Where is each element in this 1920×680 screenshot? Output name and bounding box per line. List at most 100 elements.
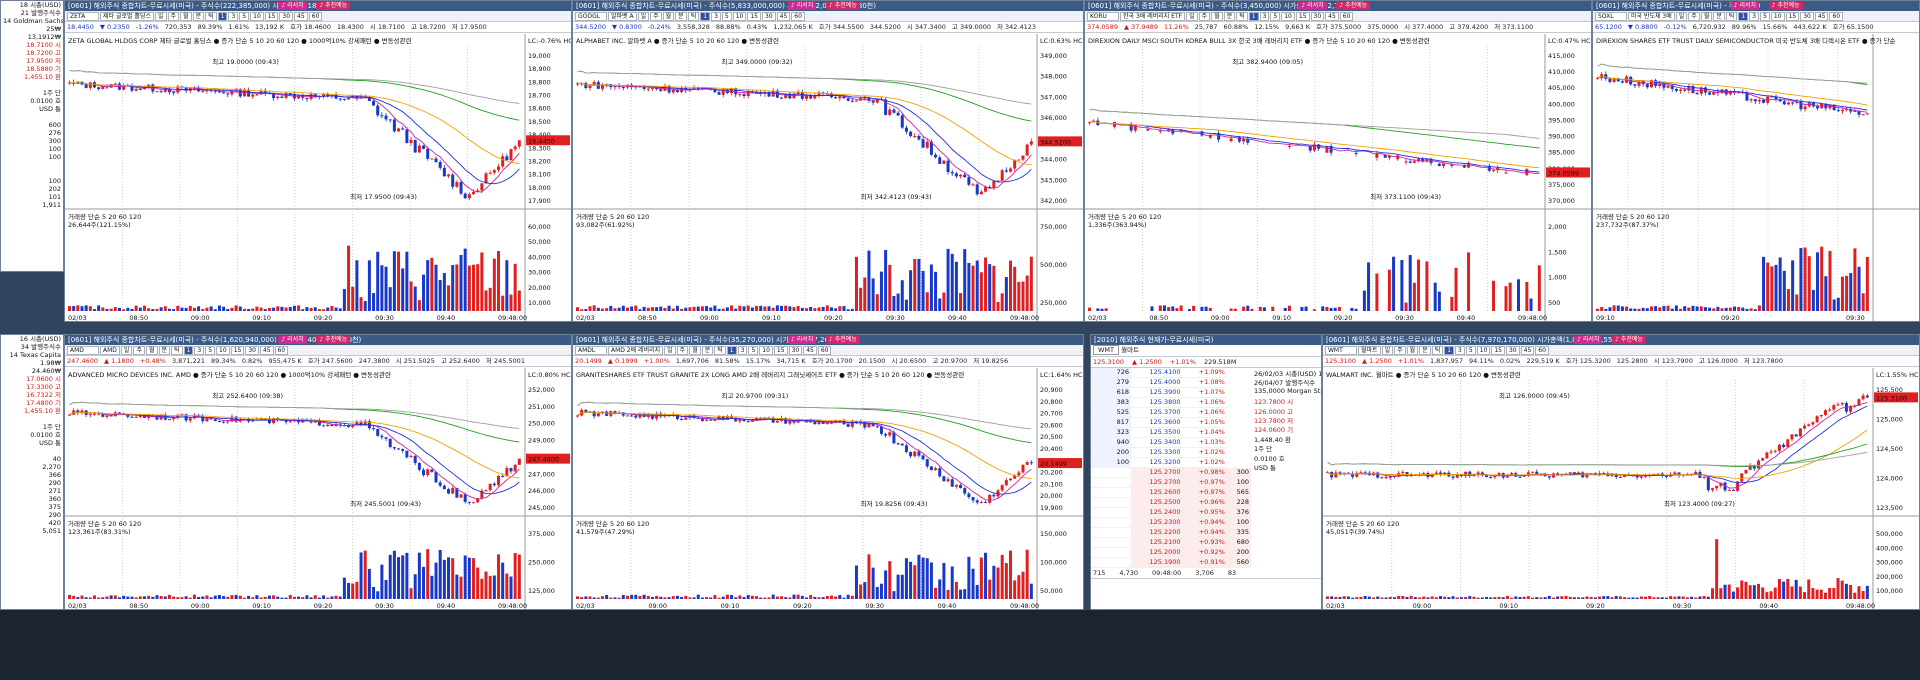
alert-button[interactable]: ♪ 리서치	[788, 336, 817, 344]
period-button[interactable]: 분	[1419, 346, 1431, 355]
ticker-input[interactable]: WMT	[1325, 346, 1357, 355]
orderbook-titlebar[interactable]: [2010] 해외주식 현재가-무료시세(미국)	[1091, 335, 1321, 345]
recommend-button[interactable]: ♪ 추천예능	[1768, 2, 1803, 10]
ask-row[interactable]: 940 125.3400 +1.03%	[1091, 437, 1251, 448]
ask-row[interactable]: 279 125.4000 +1.08%	[1091, 377, 1251, 388]
period-button[interactable]: 분	[1223, 12, 1236, 21]
bid-row[interactable]: 125.2700 +0.97% 100	[1091, 477, 1251, 488]
chart-area[interactable]: DIREXION SHARES ETF TRUST DAILY SEMICOND…	[1593, 34, 1919, 321]
period-button[interactable]: 60	[791, 12, 805, 21]
period-button[interactable]: 틱	[687, 12, 700, 21]
period-button[interactable]: 15	[1491, 346, 1505, 355]
chart-area[interactable]: ALPHABET INC. 알파벳 A ● 증가 단순 5 10 20 60 1…	[573, 34, 1083, 321]
alert-button[interactable]: ♪ 리서치	[1730, 2, 1760, 10]
period-button[interactable]: 1	[700, 12, 711, 21]
ticker-input[interactable]: ZETA	[67, 12, 99, 21]
period-button[interactable]: 5	[1270, 12, 1281, 21]
period-button[interactable]: 15	[747, 12, 761, 21]
period-button[interactable]: 15	[1785, 12, 1800, 21]
period-button[interactable]: 주	[676, 346, 689, 355]
period-button[interactable]: 30	[762, 12, 776, 21]
recommend-button[interactable]: ♪ 추천예능	[316, 2, 351, 10]
period-button[interactable]: 30	[279, 12, 294, 21]
recommend-button[interactable]: ♪ 추천예능	[316, 336, 351, 344]
recommend-button[interactable]: ♪ 추천예능	[1336, 2, 1371, 10]
period-button[interactable]: 틱	[1725, 12, 1738, 21]
period-button[interactable]: 10	[759, 346, 773, 355]
period-button[interactable]: 주	[1394, 346, 1406, 355]
period-button[interactable]: 분	[158, 346, 171, 355]
orderbook-code[interactable]: WMT	[1093, 345, 1120, 355]
period-button[interactable]: 주	[650, 12, 662, 21]
period-button[interactable]: 15	[264, 12, 279, 21]
period-button[interactable]: 주	[1198, 12, 1211, 21]
window-titlebar[interactable]: [0601] 해외주식 종합차트-무료시세(미국) - 주식수(1,620,94…	[65, 335, 571, 345]
ticker-input[interactable]: SOXL	[1595, 12, 1627, 21]
period-button[interactable]: 월	[180, 12, 192, 21]
chart-area[interactable]: DIREXION DAILY MSCI SOUTH KOREA BULL 3X …	[1085, 34, 1591, 321]
period-button[interactable]: 틱	[171, 346, 183, 355]
period-button[interactable]: 분	[675, 12, 687, 21]
period-button[interactable]: 5	[1760, 12, 1770, 21]
period-button[interactable]: 5	[205, 346, 216, 355]
period-button[interactable]: 월	[145, 346, 158, 355]
period-button[interactable]: 1	[726, 346, 737, 355]
period-button[interactable]: 일	[154, 12, 167, 21]
window-titlebar[interactable]: [0601] 해외주식 종합차트-무료시세(미국) - 주식수(5,833,00…	[573, 1, 1083, 11]
period-button[interactable]: 45	[776, 12, 791, 21]
period-button[interactable]: 60	[1829, 12, 1844, 21]
period-button[interactable]: 1	[1444, 346, 1455, 355]
period-button[interactable]: 일	[637, 12, 650, 21]
alert-button[interactable]: ♪ 리서치	[1574, 336, 1603, 344]
period-button[interactable]: 1	[217, 12, 228, 21]
period-button[interactable]: 1	[183, 346, 194, 355]
period-button[interactable]: 틱	[714, 346, 726, 355]
period-button[interactable]: 45	[1325, 12, 1339, 21]
period-button[interactable]: 월	[689, 346, 701, 355]
bid-row[interactable]: 125.2400 +0.95% 376	[1091, 507, 1251, 518]
period-button[interactable]: 분	[1713, 12, 1725, 21]
period-button[interactable]: 주	[167, 12, 180, 21]
window-titlebar[interactable]: [0601] 해외주식 종합차트-무료시세(미국) - 주식수(3,450,00…	[1085, 1, 1591, 11]
recommend-button[interactable]: ♪ 추천예능	[826, 2, 860, 10]
period-button[interactable]: 45	[803, 346, 817, 355]
period-button[interactable]: 1	[1248, 12, 1259, 21]
ask-row[interactable]: 618 125.3900 +1.07%	[1091, 387, 1251, 398]
period-button[interactable]: 1	[1738, 12, 1749, 21]
period-button[interactable]: 10	[216, 346, 230, 355]
period-button[interactable]: 30	[245, 346, 259, 355]
period-button[interactable]: 월	[662, 12, 675, 21]
chart-area[interactable]: ZETA GLOBAL HLDGS CORP 제타 글로벌 홀딩스 ● 증가 단…	[65, 34, 571, 321]
alert-button[interactable]: ♪ 리서치	[278, 2, 307, 10]
period-button[interactable]: 일	[664, 346, 676, 355]
period-button[interactable]: 45	[1520, 346, 1535, 355]
chart-area[interactable]: ADVANCED MICRO DEVICES INC. AMD ● 증가 단순 …	[65, 368, 571, 609]
period-button[interactable]: 5	[721, 12, 732, 21]
period-button[interactable]: 일	[1675, 12, 1688, 21]
period-button[interactable]: 주	[1688, 12, 1700, 21]
period-button[interactable]: 30	[788, 346, 803, 355]
ticker-input[interactable]: AMD	[67, 346, 99, 355]
period-button[interactable]: 45	[294, 12, 308, 21]
period-button[interactable]: 3	[1749, 12, 1760, 21]
period-button[interactable]: 15	[230, 346, 245, 355]
period-button[interactable]: 3	[1455, 346, 1465, 355]
window-titlebar[interactable]: [0601] 해외주식 종합차트-무료시세(미국) - 주식수(222,385,…	[65, 1, 571, 11]
period-button[interactable]: 10	[1770, 12, 1785, 21]
period-button[interactable]: 월	[1211, 12, 1223, 21]
bid-row[interactable]: 125.2100 +0.93% 680	[1091, 537, 1251, 548]
period-button[interactable]: 60	[1535, 346, 1549, 355]
bid-row[interactable]: 125.1900 +0.91% 560	[1091, 557, 1251, 568]
period-button[interactable]: 30	[1310, 12, 1325, 21]
period-button[interactable]: 일	[1186, 12, 1198, 21]
ask-row[interactable]: 726 125.4100 +1.09%	[1091, 368, 1251, 378]
window-titlebar[interactable]: [0601] 해외주식 종합차트-무료시세(미국) - 주식수(7,970,17…	[1323, 335, 1919, 345]
period-button[interactable]: 15	[773, 346, 788, 355]
period-button[interactable]: 5	[1465, 346, 1476, 355]
alert-button[interactable]: ♪ 리서치	[1298, 2, 1327, 10]
ask-row[interactable]: 525 125.3700 +1.06%	[1091, 407, 1251, 418]
period-button[interactable]: 60	[308, 12, 323, 21]
period-button[interactable]: 일	[1381, 346, 1394, 355]
ask-row[interactable]: 817 125.3600 +1.05%	[1091, 417, 1251, 428]
ask-row[interactable]: 100 125.3200 +1.02%	[1091, 457, 1251, 468]
